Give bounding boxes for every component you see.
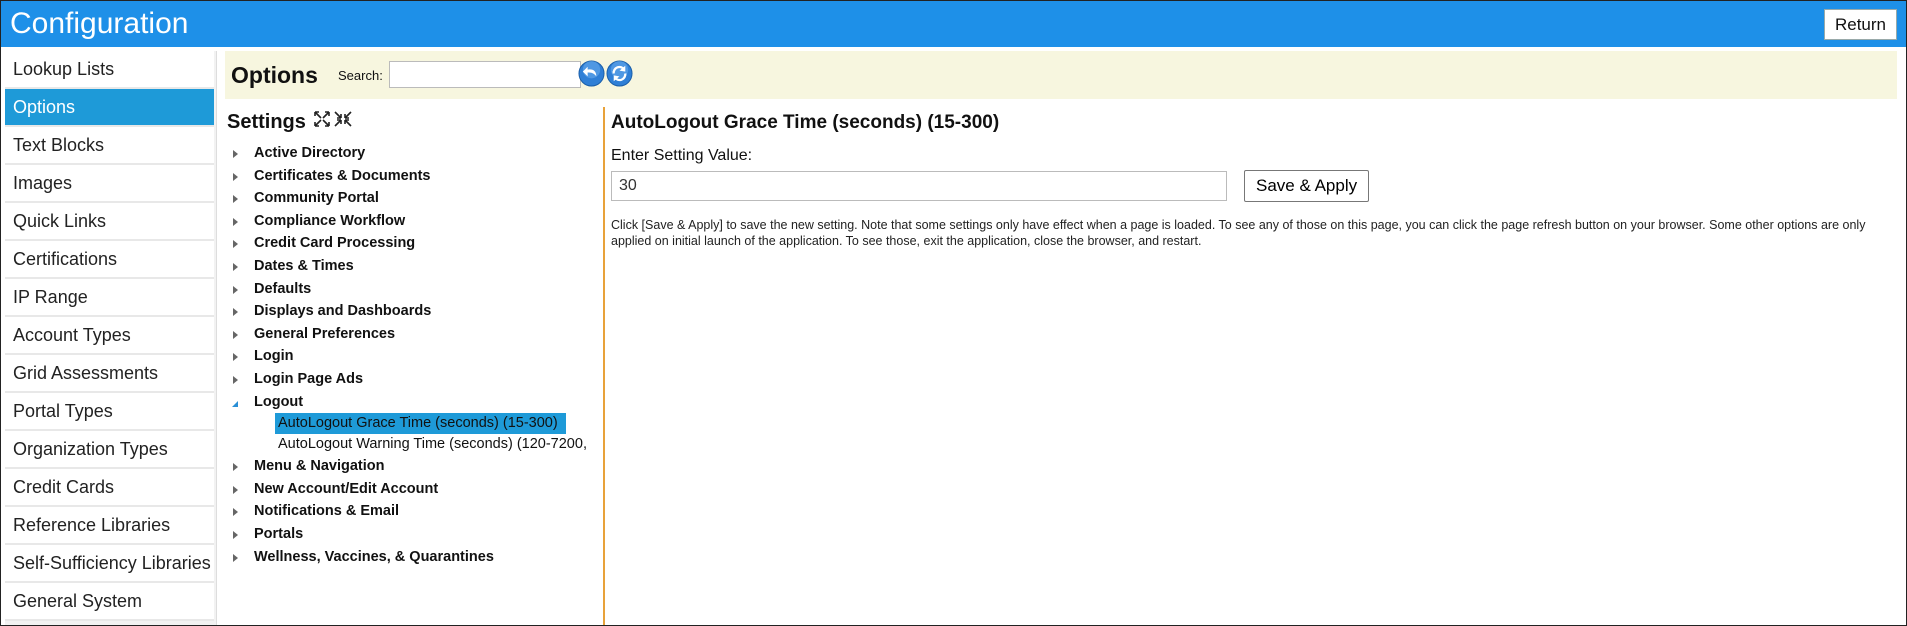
setting-value-input[interactable] (611, 171, 1227, 201)
tree-node-label: Login (254, 348, 294, 365)
tree-node-label: Login Page Ads (254, 370, 364, 387)
tree-node[interactable]: Displays and Dashboards (225, 300, 603, 323)
search-input[interactable] (389, 61, 581, 88)
tree-node-label: Portals (254, 525, 304, 542)
tree-child-item[interactable]: AutoLogout Grace Time (seconds) (15-300) (275, 413, 566, 435)
tree-node[interactable]: Compliance Workflow (225, 210, 603, 233)
tree-arrow-icon[interactable] (232, 400, 238, 407)
tree-node[interactable]: Dates & Times (225, 255, 603, 278)
tree-arrow-icon[interactable] (233, 308, 238, 317)
settings-title: Settings (227, 111, 306, 133)
sidebar-item-text-blocks[interactable]: Text Blocks (5, 127, 214, 165)
sidebar-item-credit-cards[interactable]: Credit Cards (5, 469, 214, 507)
tree-node-label: Logout (254, 393, 304, 410)
tree-node[interactable]: Notifications & Email (225, 500, 603, 523)
tree-node[interactable]: Credit Card Processing (225, 232, 603, 255)
sidebar-item-images[interactable]: Images (5, 165, 214, 203)
tree-child-item[interactable]: AutoLogout Warning Time (seconds) (120-7… (275, 434, 603, 455)
tree-node-label: Dates & Times (254, 257, 354, 274)
tree-node-label: Compliance Workflow (254, 212, 406, 229)
tree-node[interactable]: Menu & Navigation (225, 455, 603, 478)
sidebar-item-portal-types[interactable]: Portal Types (5, 393, 214, 431)
tree-arrow-icon[interactable] (233, 508, 238, 517)
tree-arrow-icon[interactable] (233, 375, 238, 384)
options-toolbar: Options Search: (225, 51, 1897, 99)
tree-node-label: Notifications & Email (254, 503, 400, 520)
tree-arrow-icon[interactable] (233, 150, 238, 158)
tree-node-label: Menu & Navigation (254, 458, 385, 475)
tree-arrow-icon[interactable] (233, 553, 238, 562)
tree-node[interactable]: Community Portal (225, 187, 603, 210)
search-label: Search: (338, 68, 383, 83)
tree-arrow-icon[interactable] (233, 285, 238, 294)
tree-arrow-icon[interactable] (233, 240, 238, 249)
tree-node-label: Wellness, Vaccines, & Quarantines (254, 548, 494, 565)
header-bar: Configuration Return (1, 1, 1906, 47)
tree-node[interactable]: Login Page Ads (225, 368, 603, 391)
sidebar-item-reference-libraries[interactable]: Reference Libraries (5, 507, 214, 545)
tree-node[interactable]: Portals (225, 523, 603, 546)
sidebar-item-ip-range[interactable]: IP Range (5, 279, 214, 317)
sidebar-item-grid-assessments[interactable]: Grid Assessments (5, 355, 214, 393)
sidebar-item-organization-types[interactable]: Organization Types (5, 431, 214, 469)
tree-node[interactable]: New Account/Edit Account (225, 478, 603, 501)
tree-node[interactable]: Login (225, 345, 603, 368)
sidebar-item-quick-links[interactable]: Quick Links (5, 203, 214, 241)
tree-arrow-icon[interactable] (233, 463, 238, 472)
tree-node[interactable]: Certificates & Documents (225, 165, 603, 188)
sidebar-item-lookup-lists[interactable]: Lookup Lists (5, 51, 214, 89)
tree-arrow-icon[interactable] (233, 530, 238, 539)
tree-node[interactable]: Defaults (225, 278, 603, 301)
sidebar: Lookup Lists Options Text Blocks Images Quic… (5, 51, 217, 625)
tree-arrow-icon[interactable] (233, 353, 238, 362)
tree-node-label: New Account/Edit Account (254, 480, 439, 497)
sidebar-item-account-types[interactable]: Account Types (5, 317, 214, 355)
refresh-icon[interactable] (606, 60, 633, 87)
setting-detail: AutoLogout Grace Time (seconds) (15-300)… (611, 107, 1901, 625)
tree-node[interactable]: Wellness, Vaccines, & Quarantines (225, 546, 603, 569)
sidebar-item-self-sufficiency-libraries[interactable]: Self-Sufficiency Libraries (5, 545, 214, 583)
sidebar-item-options[interactable]: Options (5, 89, 214, 127)
tree-node-label: Defaults (254, 280, 312, 297)
options-title: Options (231, 62, 318, 88)
sidebar-item-certifications[interactable]: Certifications (5, 241, 214, 279)
save-apply-button[interactable]: Save & Apply (1244, 170, 1370, 202)
expand-all-icon[interactable] (314, 111, 330, 127)
tree-node-label: General Preferences (254, 325, 396, 342)
tree-node[interactable]: Active Directory (225, 142, 603, 165)
page-title: Configuration (10, 7, 189, 40)
configuration-window: Configuration Return Lookup Lists Options… (0, 0, 1907, 626)
setting-title: AutoLogout Grace Time (seconds) (15-300) (611, 112, 1000, 133)
return-button[interactable]: Return (1823, 9, 1897, 40)
tree-node-label: Displays and Dashboards (254, 303, 432, 320)
tree-arrow-icon[interactable] (233, 262, 238, 271)
tree-node-label: Community Portal (254, 190, 379, 207)
tree-arrow-icon[interactable] (233, 217, 238, 226)
help-text: Click [Save & Apply] to save the new set… (611, 218, 1866, 248)
setting-value-label: Enter Setting Value: (611, 147, 753, 164)
tree-node[interactable]: General Preferences (225, 323, 603, 346)
back-arrow-icon[interactable] (578, 60, 605, 87)
tree-node[interactable]: Logout (225, 391, 603, 414)
tree-arrow-icon[interactable] (233, 172, 238, 181)
tree-node-label: Certificates & Documents (254, 167, 431, 184)
settings-pane: Settings Active Directory Certificates & … (225, 107, 605, 625)
tree-node-label: Active Directory (254, 145, 366, 161)
collapse-all-icon[interactable] (334, 111, 352, 127)
tree-arrow-icon[interactable] (233, 195, 238, 204)
tree-arrow-icon[interactable] (233, 485, 238, 494)
settings-tree: Active Directory Certificates & Documents… (225, 142, 603, 568)
expand-collapse-icons (314, 111, 352, 127)
sidebar-item-general-system[interactable]: General System (5, 583, 214, 621)
tree-arrow-icon[interactable] (233, 330, 238, 339)
tree-node-label: Credit Card Processing (254, 235, 416, 252)
